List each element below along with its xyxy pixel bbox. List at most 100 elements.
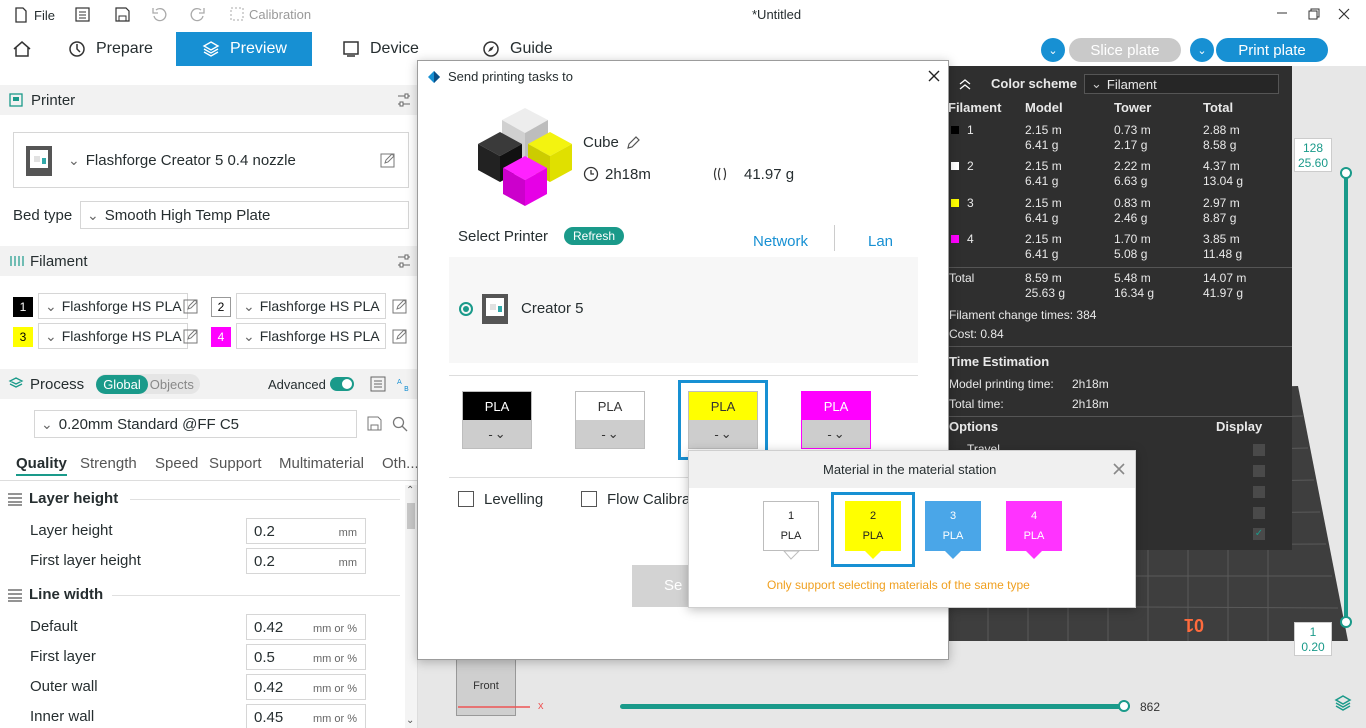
home-button[interactable] [0, 32, 44, 66]
calibration-menu[interactable]: Calibration [230, 7, 311, 22]
material-mapping-select[interactable]: - ⌄ [463, 420, 531, 448]
filament-swatch[interactable]: 3 [13, 327, 33, 347]
minimize-button[interactable] [1276, 6, 1288, 20]
subtab-multimaterial[interactable]: Multimaterial [279, 455, 364, 472]
printer-option-label[interactable]: Creator 5 [521, 300, 584, 317]
file-menu[interactable]: File [14, 7, 55, 23]
option-checkbox[interactable] [1253, 507, 1265, 519]
subtab-speed[interactable]: Speed [155, 455, 198, 472]
filament-swatch[interactable]: 4 [211, 327, 231, 347]
rename-pencil-icon[interactable] [626, 136, 640, 150]
edit-filament-icon[interactable] [183, 298, 199, 314]
guide-compass-icon [483, 41, 499, 57]
chevron-down-icon: ⌄ [87, 206, 99, 223]
material-mapping-select[interactable]: - ⌄ [802, 420, 870, 448]
network-tab[interactable]: Network [753, 233, 808, 250]
slider-bottom-handle[interactable] [1340, 616, 1352, 628]
save-icon[interactable] [115, 7, 130, 22]
close-icon[interactable] [928, 70, 940, 82]
setting-input[interactable]: 0.2 mm [246, 548, 366, 574]
tab-preview[interactable]: Preview [176, 32, 312, 66]
setting-input[interactable]: 0.42 mm or % [246, 674, 366, 700]
levelling-checkbox[interactable] [458, 491, 474, 507]
setting-input[interactable]: 0.45 mm or % [246, 704, 366, 728]
setting-input[interactable]: 0.42 mm or % [246, 614, 366, 640]
close-icon[interactable] [1113, 463, 1125, 475]
option-checkbox-checked[interactable]: ✓ [1253, 528, 1265, 540]
filament-swatch[interactable]: 1 [13, 297, 33, 317]
settings-sliders-icon[interactable] [396, 92, 412, 108]
filament-swatch[interactable]: 2 [211, 297, 231, 317]
station-slot-4[interactable]: 4 PLA [1006, 501, 1062, 551]
save-profile-icon[interactable] [367, 416, 383, 432]
global-objects-toggle[interactable]: Global Objects [96, 374, 200, 394]
subtab-others[interactable]: Oth... [382, 455, 419, 472]
edit-printer-icon[interactable] [380, 152, 396, 168]
subtab-quality[interactable]: Quality [16, 455, 67, 476]
subtab-strength[interactable]: Strength [80, 455, 137, 472]
layer-height-group-icon [8, 493, 22, 506]
print-plate-button[interactable]: ⌄ Print plate [1190, 38, 1328, 62]
filament-select[interactable]: ⌄ Flashforge HS PLA [236, 323, 386, 349]
station-slot-1[interactable]: 1 PLA [763, 501, 819, 551]
advanced-toggle[interactable] [330, 377, 354, 391]
printer-select[interactable]: ⌄ Flashforge Creator 5 0.4 nozzle [13, 132, 409, 188]
move-slider[interactable] [620, 704, 1130, 709]
material-slot-4[interactable]: PLA - ⌄ [801, 391, 871, 449]
filament-select[interactable]: ⌄ Flashforge HS PLA [38, 323, 188, 349]
search-icon[interactable] [392, 416, 408, 432]
global-option[interactable]: Global [96, 374, 148, 394]
lan-tab[interactable]: Lan [868, 233, 893, 250]
tab-prepare[interactable]: Prepare [52, 32, 169, 66]
compare-icon[interactable]: AB [396, 376, 412, 392]
material-slot-1[interactable]: PLA - ⌄ [462, 391, 532, 449]
refresh-button[interactable]: Refresh [564, 227, 625, 245]
filament-select[interactable]: ⌄ Flashforge HS PLA [236, 293, 386, 319]
calibration-icon [230, 7, 244, 21]
option-checkbox[interactable] [1253, 486, 1265, 498]
edit-filament-icon[interactable] [392, 328, 408, 344]
material-label: PLA [689, 392, 757, 420]
objects-option[interactable]: Objects [148, 375, 200, 394]
print-dropdown-icon[interactable]: ⌄ [1190, 38, 1214, 62]
setting-input[interactable]: 0.5 mm or % [246, 644, 366, 670]
material-slot-2[interactable]: PLA - ⌄ [575, 391, 645, 449]
subtab-support[interactable]: Support [209, 455, 262, 472]
material-mapping-select[interactable]: - ⌄ [689, 420, 757, 448]
menu-icon[interactable] [75, 7, 90, 22]
filament-settings-icon[interactable] [396, 253, 412, 269]
slice-plate-button[interactable]: ⌄ Slice plate [1041, 38, 1181, 62]
collapse-icon[interactable] [958, 78, 972, 90]
setting-input[interactable]: 0.2 mm [246, 518, 366, 544]
close-window-button[interactable] [1338, 8, 1350, 20]
legend-num: 4 [967, 232, 974, 246]
process-title: Process [30, 375, 85, 393]
redo-icon[interactable] [190, 7, 205, 22]
printer-radio-selected[interactable] [459, 302, 473, 316]
slice-dropdown-icon[interactable]: ⌄ [1041, 38, 1065, 62]
undo-icon[interactable] [152, 7, 167, 22]
option-checkbox[interactable] [1253, 465, 1265, 477]
station-slot-2[interactable]: 2 PLA [845, 501, 901, 551]
window-title: *Untitled [752, 7, 802, 22]
edit-filament-icon[interactable] [392, 298, 408, 314]
layers-toggle-icon[interactable] [1334, 694, 1352, 712]
material-slot-3[interactable]: PLA - ⌄ [688, 391, 758, 449]
color-scheme-select[interactable]: ⌄ Filament [1084, 74, 1279, 94]
station-slot-3[interactable]: 3 PLA [925, 501, 981, 551]
maximize-button[interactable] [1308, 8, 1320, 20]
setting-label: Outer wall [30, 678, 98, 695]
list-icon[interactable] [370, 376, 386, 392]
edit-filament-icon[interactable] [183, 328, 199, 344]
filament-select[interactable]: ⌄ Flashforge HS PLA [38, 293, 188, 319]
send-button-label: Se [664, 577, 683, 594]
settings-scrollbar[interactable]: ⌃ ⌄ [405, 485, 417, 728]
material-mapping-select[interactable]: - ⌄ [576, 420, 644, 448]
option-checkbox[interactable] [1253, 444, 1265, 456]
bed-type-select[interactable]: ⌄ Smooth High Temp Plate [80, 201, 409, 229]
process-profile-select[interactable]: ⌄ 0.20mm Standard @FF C5 [34, 410, 357, 438]
setting-unit: mm or % [313, 683, 357, 695]
slider-top-handle[interactable] [1340, 167, 1352, 179]
flow-calibration-checkbox[interactable] [581, 491, 597, 507]
move-slider-handle[interactable] [1118, 700, 1130, 712]
